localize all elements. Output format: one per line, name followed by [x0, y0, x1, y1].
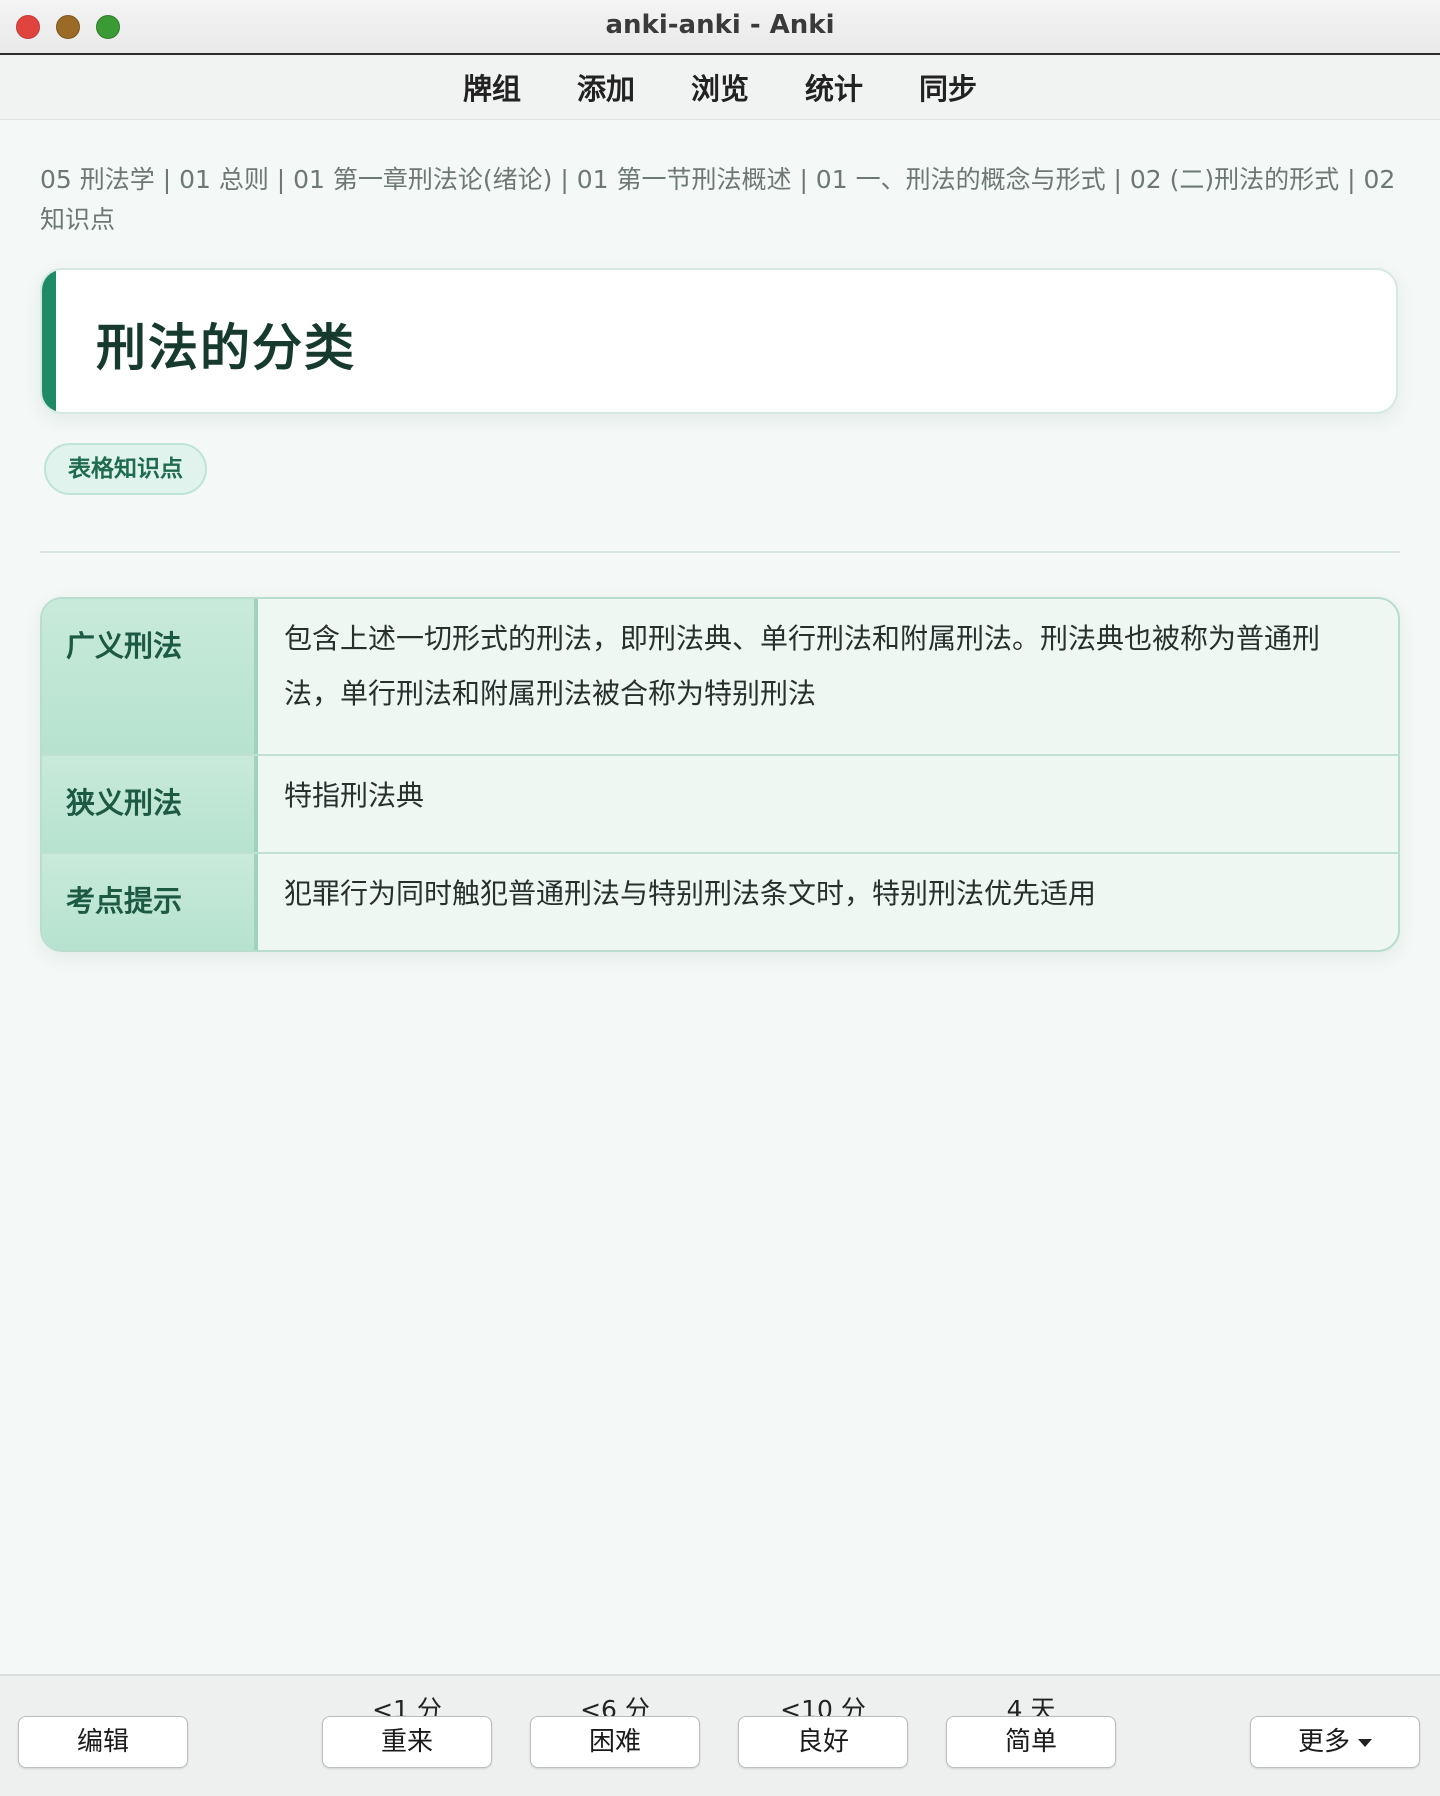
hard-button[interactable]: 困难 — [530, 1716, 700, 1768]
nav-sync[interactable]: 同步 — [891, 66, 1005, 108]
nav-add[interactable]: 添加 — [549, 66, 663, 108]
knowledge-table: 广义刑法 包含上述一切形式的刑法，即刑法典、单行刑法和附属刑法。刑法典也被称为普… — [40, 597, 1400, 952]
easy-button[interactable]: 简单 — [946, 1716, 1116, 1768]
window-titlebar: anki-anki - Anki — [0, 0, 1440, 55]
card-title: 刑法的分类 — [96, 319, 356, 377]
row-header: 狭义刑法 — [42, 756, 258, 852]
answer-bar — [0, 1674, 1440, 1796]
good-button[interactable]: 良好 — [738, 1716, 908, 1768]
more-button[interactable]: 更多 — [1250, 1716, 1420, 1768]
card-title-box: 刑法的分类 — [40, 268, 1398, 414]
row-content: 犯罪行为同时触犯普通刑法与特别刑法条文时，特别刑法优先适用 — [284, 877, 1097, 910]
top-nav: 牌组 添加 浏览 统计 同步 — [0, 55, 1440, 120]
table-row: 考点提示 犯罪行为同时触犯普通刑法与特别刑法条文时，特别刑法优先适用 — [42, 854, 1398, 950]
row-header: 广义刑法 — [42, 599, 258, 754]
edit-button[interactable]: 编辑 — [18, 1716, 188, 1768]
table-row: 狭义刑法 特指刑法典 — [42, 756, 1398, 854]
content-divider — [40, 551, 1400, 553]
row-content: 包含上述一切形式的刑法，即刑法典、单行刑法和附属刑法。刑法典也被称为普通刑法，单… — [284, 622, 1321, 710]
title-accent-bar — [42, 270, 56, 412]
row-header: 考点提示 — [42, 854, 258, 950]
more-label: 更多 — [1297, 1727, 1350, 1757]
card-tag: 表格知识点 — [44, 443, 207, 495]
again-button[interactable]: 重来 — [322, 1716, 492, 1768]
deck-breadcrumb: 05 刑法学 | 01 总则 | 01 第一章刑法论(绪论) | 01 第一节刑… — [40, 165, 1396, 234]
nav-decks[interactable]: 牌组 — [435, 66, 549, 108]
caret-down-icon — [1358, 1738, 1372, 1747]
nav-stats[interactable]: 统计 — [777, 66, 891, 108]
table-row: 广义刑法 包含上述一切形式的刑法，即刑法典、单行刑法和附属刑法。刑法典也被称为普… — [42, 599, 1398, 756]
nav-browse[interactable]: 浏览 — [663, 66, 777, 108]
window-title: anki-anki - Anki — [605, 10, 835, 40]
